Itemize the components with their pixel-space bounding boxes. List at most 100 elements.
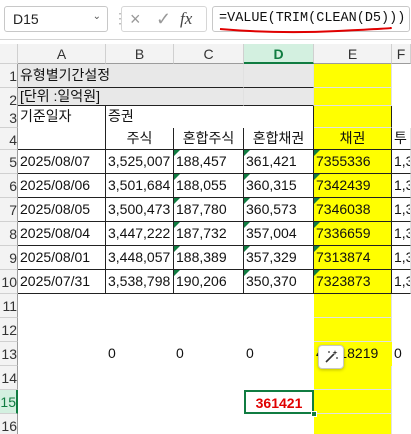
cell-e16[interactable] (314, 414, 392, 434)
row-header-15[interactable]: 15 (0, 390, 18, 414)
row-header-11[interactable]: 11 (0, 294, 18, 318)
error-indicator-icon[interactable] (174, 222, 180, 228)
cell-e7[interactable]: 7346038 (314, 198, 392, 222)
cell-f4[interactable]: 투 (392, 128, 411, 150)
select-all-corner[interactable] (0, 44, 18, 64)
chevron-down-icon[interactable]: ⌄ (93, 11, 101, 22)
insert-function-icon[interactable]: fx (180, 9, 192, 29)
error-indicator-icon[interactable] (174, 174, 180, 180)
name-box[interactable]: D15 ⌄ (4, 6, 108, 32)
cell-d7[interactable]: 360,573 (244, 198, 314, 222)
cell-c13[interactable]: 0 (174, 342, 244, 366)
error-indicator-icon[interactable] (314, 246, 320, 252)
cell-e2[interactable] (314, 88, 392, 106)
error-indicator-icon[interactable] (174, 246, 180, 252)
cell-b13[interactable]: 0 (106, 342, 174, 366)
error-indicator-icon[interactable] (314, 198, 320, 204)
error-indicator-icon[interactable] (314, 174, 320, 180)
column-header-e[interactable]: E (314, 44, 392, 64)
cell-b8[interactable]: 3,447,222 (106, 222, 174, 246)
error-indicator-icon[interactable] (244, 270, 250, 276)
row-header-3[interactable]: 3 (0, 106, 18, 128)
cell-e5[interactable]: 7355336 (314, 150, 392, 174)
row-header-8[interactable]: 8 (0, 222, 18, 246)
column-header-b[interactable]: B (106, 44, 174, 64)
cell-e9[interactable]: 7313874 (314, 246, 392, 270)
cell-e10[interactable]: 7323873 (314, 270, 392, 294)
cell-e6[interactable]: 7342439 (314, 174, 392, 198)
row-header-4[interactable]: 4 (0, 128, 18, 150)
cell-b3[interactable]: 증권 (106, 106, 314, 128)
fill-handle[interactable] (311, 411, 317, 417)
cell-d2[interactable] (244, 88, 314, 106)
row-header-12[interactable]: 12 (0, 318, 18, 342)
cell-b6[interactable]: 3,501,684 (106, 174, 174, 198)
cell-e11[interactable] (314, 294, 392, 318)
cell-a5[interactable]: 2025/08/07 (18, 150, 106, 174)
cell-c6[interactable]: 188,055 (174, 174, 244, 198)
row-header-7[interactable]: 7 (0, 198, 18, 222)
cell-a10[interactable]: 2025/07/31 (18, 270, 106, 294)
error-indicator-icon[interactable] (174, 270, 180, 276)
cell-c7[interactable]: 187,780 (174, 198, 244, 222)
quick-analysis-button[interactable] (318, 345, 344, 369)
error-indicator-icon[interactable] (314, 150, 320, 156)
column-header-c[interactable]: C (174, 44, 244, 64)
cell-a3[interactable]: 기준일자 (18, 106, 106, 150)
row-header-10[interactable]: 10 (0, 270, 18, 294)
cell-d13[interactable]: 0 (244, 342, 314, 366)
cell-d9[interactable]: 357,329 (244, 246, 314, 270)
cell-c8[interactable]: 187,732 (174, 222, 244, 246)
cell-b5[interactable]: 3,525,007 (106, 150, 174, 174)
row-header-16[interactable]: 16 (0, 414, 18, 434)
cell-e8[interactable]: 7336659 (314, 222, 392, 246)
cell-a2[interactable]: [단위 :일억원] (18, 88, 244, 106)
cell-c5[interactable]: 188,457 (174, 150, 244, 174)
error-indicator-icon[interactable] (174, 150, 180, 156)
column-header-d[interactable]: D (244, 44, 314, 64)
row-header-14[interactable]: 14 (0, 366, 18, 390)
cell-d1[interactable] (244, 64, 314, 88)
error-indicator-icon[interactable] (174, 198, 180, 204)
column-header-a[interactable]: A (18, 44, 106, 64)
cell-d5[interactable]: 361,421 (244, 150, 314, 174)
cell-e1[interactable] (314, 64, 392, 88)
error-indicator-icon[interactable] (244, 150, 250, 156)
column-header-f[interactable]: F (392, 44, 411, 64)
active-cell-d15[interactable]: 361421 (244, 390, 314, 414)
cell-b4[interactable]: 주식 (106, 128, 174, 150)
row-header-1[interactable]: 1 (0, 64, 18, 88)
cell-f13[interactable]: 0 (392, 342, 411, 366)
cell-c9[interactable]: 188,389 (174, 246, 244, 270)
cell-e3[interactable] (314, 106, 392, 128)
cell-a7[interactable]: 2025/08/05 (18, 198, 106, 222)
error-indicator-icon[interactable] (244, 222, 250, 228)
error-indicator-icon[interactable] (244, 246, 250, 252)
row-header-6[interactable]: 6 (0, 174, 18, 198)
cell-b7[interactable]: 3,500,473 (106, 198, 174, 222)
cell-d10[interactable]: 350,370 (244, 270, 314, 294)
row-header-5[interactable]: 5 (0, 150, 18, 174)
error-indicator-icon[interactable] (314, 270, 320, 276)
cell-d8[interactable]: 357,004 (244, 222, 314, 246)
cell-c4[interactable]: 혼합주식 (174, 128, 244, 150)
error-indicator-icon[interactable] (244, 174, 250, 180)
cancel-icon[interactable]: × (130, 9, 141, 30)
error-indicator-icon[interactable] (244, 198, 250, 204)
cell-f6[interactable]: 1,3 (392, 174, 411, 198)
row-header-9[interactable]: 9 (0, 246, 18, 270)
row-header-13[interactable]: 13 (0, 342, 18, 366)
cell-f5[interactable]: 1,3 (392, 150, 411, 174)
cell-f8[interactable]: 1,3 (392, 222, 411, 246)
cell-a8[interactable]: 2025/08/04 (18, 222, 106, 246)
cell-e12[interactable] (314, 318, 392, 342)
cell-f7[interactable]: 1,3 (392, 198, 411, 222)
cell-b10[interactable]: 3,538,798 (106, 270, 174, 294)
cell-a6[interactable]: 2025/08/06 (18, 174, 106, 198)
cell-e15[interactable] (314, 390, 392, 414)
cell-f9[interactable]: 1,3 (392, 246, 411, 270)
cell-b9[interactable]: 3,448,057 (106, 246, 174, 270)
cell-e4[interactable]: 채권 (314, 128, 392, 150)
cell-d6[interactable]: 360,315 (244, 174, 314, 198)
error-indicator-icon[interactable] (314, 222, 320, 228)
